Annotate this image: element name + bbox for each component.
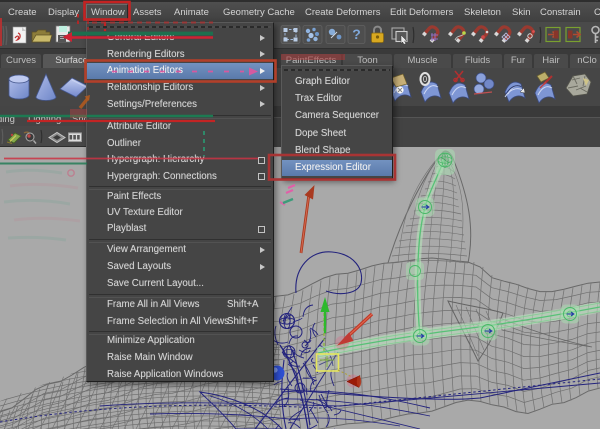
svg-text:?: ? [352,26,361,42]
